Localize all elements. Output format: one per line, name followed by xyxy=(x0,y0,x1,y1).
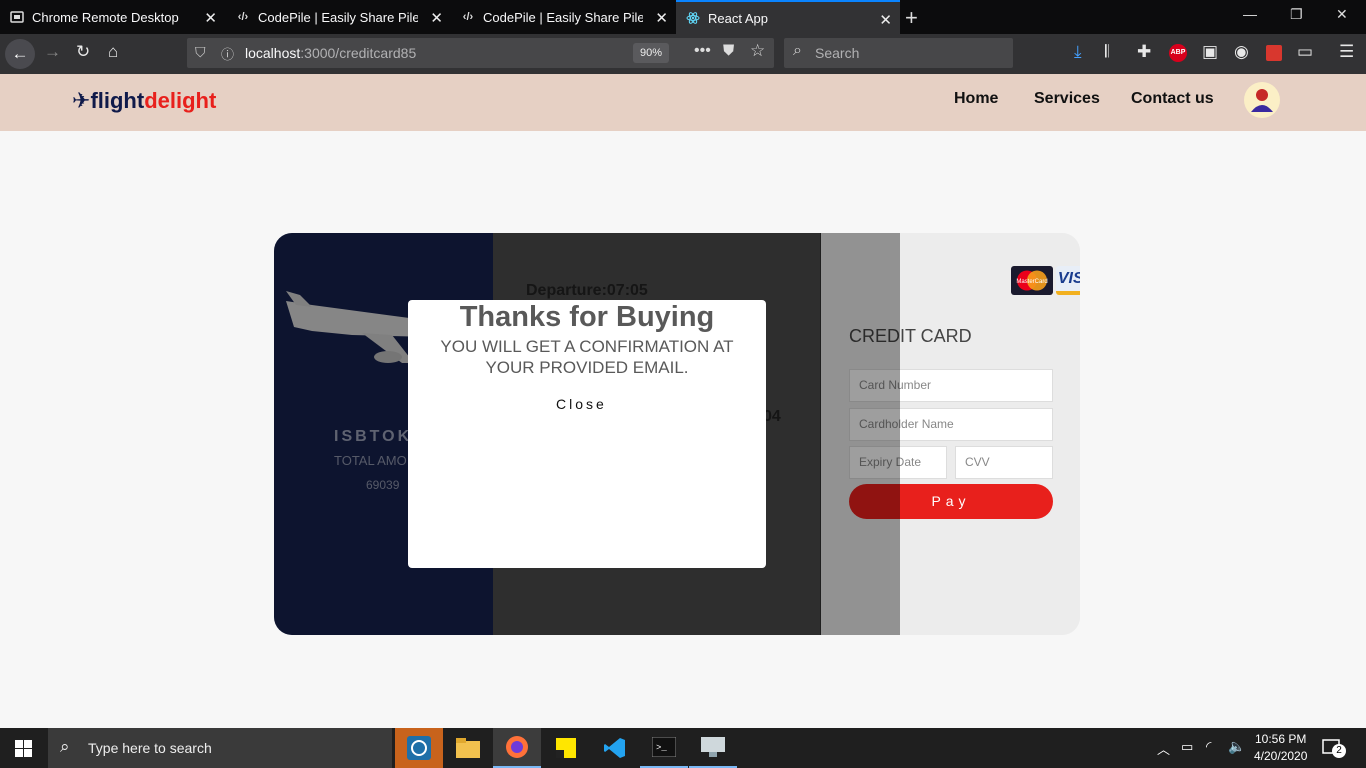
nav-contact-us[interactable]: Contact us xyxy=(1131,90,1214,108)
home-icon[interactable]: ⌂ xyxy=(108,42,118,62)
tab-react-app[interactable]: React App ✕ xyxy=(676,0,900,34)
visa-icon: VISA xyxy=(1056,266,1080,295)
site-logo[interactable]: ✈flightdelight xyxy=(72,88,216,114)
close-tab-icon[interactable]: ✕ xyxy=(655,9,668,27)
wifi-icon[interactable]: ◜ xyxy=(1206,738,1211,755)
download-icon[interactable]: ⤓ xyxy=(1074,42,1082,62)
screenshot-icon[interactable]: ▭ xyxy=(1297,42,1313,62)
airplane-icon: ✈ xyxy=(72,88,91,113)
modal-title: Thanks for Buying xyxy=(459,301,715,333)
info-icon[interactable]: ⓘ xyxy=(221,44,234,63)
close-tab-icon[interactable]: ✕ xyxy=(430,9,443,27)
adblock-icon[interactable]: ABP xyxy=(1169,44,1187,62)
svg-text:MasterCard: MasterCard xyxy=(1016,279,1047,285)
notification-icon[interactable]: 2 xyxy=(1322,738,1346,758)
new-tab-icon[interactable]: + xyxy=(905,5,918,31)
forward-arrow-icon[interactable]: → xyxy=(44,42,61,62)
windows-taskbar: ⌕ Type here to search >_ ︿ ▭ ◜ 🔈 10:56 P… xyxy=(0,728,1366,768)
search-input[interactable]: ⌕ Search xyxy=(784,38,1013,68)
nav-services[interactable]: Services xyxy=(1034,90,1100,108)
tab-codepile-2[interactable]: ‹/› CodePile | Easily Share Piles of ✕ xyxy=(451,0,676,34)
browser-tab-bar: Chrome Remote Desktop ✕ ‹/› CodePile | E… xyxy=(0,0,1366,34)
menu-icon[interactable]: ☰ xyxy=(1339,42,1354,62)
search-icon: ⌕ xyxy=(793,42,802,59)
account-icon[interactable]: ◉ xyxy=(1234,42,1249,62)
bookmark-star-icon[interactable]: ☆ xyxy=(750,41,765,61)
extension-red-icon[interactable] xyxy=(1266,45,1282,61)
codepile-icon: ‹/› xyxy=(462,11,474,23)
pocket-icon[interactable]: ⛊ xyxy=(723,42,734,59)
url-bar[interactable]: ⛉ ⓘ localhost:3000/creditcard85 90% ••• … xyxy=(187,38,774,68)
volume-icon[interactable]: 🔈 xyxy=(1228,738,1245,755)
remote-desktop-app-icon[interactable] xyxy=(689,728,737,768)
taskbar-clock[interactable]: 10:56 PM 4/20/2020 xyxy=(1254,731,1307,765)
tab-chrome-remote-desktop[interactable]: Chrome Remote Desktop ✕ xyxy=(0,0,225,34)
extensions-icon[interactable]: ✚ xyxy=(1137,42,1151,62)
windows-start-icon[interactable] xyxy=(15,740,32,762)
library-icon[interactable]: 𝄃 xyxy=(1105,42,1109,62)
restore-icon[interactable]: ❐ xyxy=(1290,6,1303,23)
minimize-icon[interactable]: — xyxy=(1243,6,1257,22)
back-arrow-icon[interactable]: ← xyxy=(5,39,35,69)
cvv-input[interactable]: CVV xyxy=(955,446,1053,479)
page-actions-icon[interactable]: ••• xyxy=(694,42,711,60)
reader-icon[interactable]: ▣ xyxy=(1202,42,1218,62)
file-explorer-icon[interactable] xyxy=(444,728,492,768)
shield-icon[interactable]: ⛉ xyxy=(195,44,206,61)
battery-icon[interactable]: ▭ xyxy=(1181,739,1193,755)
user-avatar-icon[interactable] xyxy=(1244,82,1280,118)
search-icon: ⌕ xyxy=(60,737,70,756)
close-button[interactable]: Close xyxy=(556,396,607,412)
vscode-app-icon[interactable] xyxy=(591,728,639,768)
react-icon xyxy=(686,11,700,25)
modal-message: YOU WILL GET A CONFIRMATION AT YOUR PROV… xyxy=(440,337,734,377)
close-tab-icon[interactable]: ✕ xyxy=(879,11,892,29)
site-header: ✈flightdelight Home Services Contact us xyxy=(0,74,1366,131)
zoom-level[interactable]: 90% xyxy=(633,43,669,63)
tab-codepile-1[interactable]: ‹/› CodePile | Easily Share Piles of ✕ xyxy=(226,0,451,34)
whatsapp-app-icon[interactable] xyxy=(395,728,443,768)
codepile-icon: ‹/› xyxy=(237,11,249,23)
reload-icon[interactable]: ↻ xyxy=(76,42,90,62)
svg-text:>_: >_ xyxy=(656,743,667,753)
taskbar-search-box[interactable]: ⌕ Type here to search xyxy=(48,728,392,768)
browser-toolbar: ← → ↻ ⌂ ⛉ ⓘ localhost:3000/creditcard85 … xyxy=(0,34,1366,74)
url-text[interactable]: localhost:3000/creditcard85 xyxy=(245,45,416,61)
mastercard-icon: MasterCard xyxy=(1011,266,1053,295)
window-close-icon[interactable]: ✕ xyxy=(1336,6,1348,23)
nav-home[interactable]: Home xyxy=(954,90,998,108)
terminal-app-icon[interactable]: >_ xyxy=(640,728,688,768)
close-tab-icon[interactable]: ✕ xyxy=(204,9,217,27)
firefox-app-icon[interactable] xyxy=(493,728,541,768)
remote-desktop-icon xyxy=(10,10,24,24)
sticky-notes-icon[interactable] xyxy=(542,728,590,768)
chevron-up-icon[interactable]: ︿ xyxy=(1157,739,1170,758)
thank-you-modal: Thanks for Buying YOU WILL GET A CONFIRM… xyxy=(408,300,766,568)
